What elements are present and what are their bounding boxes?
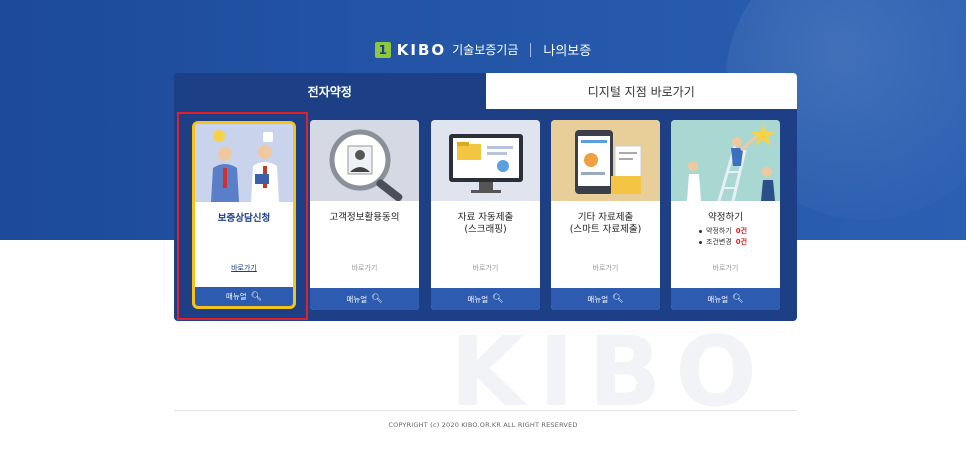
card-consulting[interactable]: 보증상담신청 바로가기 매뉴얼 🔍︎: [192, 121, 296, 309]
kibo-logo-icon: 1: [374, 41, 391, 58]
stat-row: 약정하기 0건: [699, 226, 747, 237]
tab-e-contract[interactable]: 전자약정: [174, 73, 486, 109]
search-icon: 🔍︎: [250, 291, 263, 302]
tab-digital-branch[interactable]: 디지털 지점 바로가기: [485, 73, 797, 109]
contract-stats: 약정하기 0건 조건변경 0건: [699, 226, 747, 248]
shortcut-link[interactable]: 바로가기: [431, 263, 540, 273]
stat-row: 조건변경 0건: [699, 237, 747, 248]
copyright-text: COPYRIGHT (c) 2020 KIBO.OR.KR ALL RIGHT …: [388, 421, 578, 429]
manual-label: 매뉴얼: [707, 294, 729, 304]
manual-button[interactable]: 매뉴얼 🔍︎: [431, 288, 540, 310]
stat-label: 조건변경: [706, 238, 732, 246]
card-customer-consent[interactable]: 고객정보활용동의 바로가기 매뉴얼 🔍︎: [310, 120, 419, 310]
service-title: 나의보증: [543, 44, 592, 59]
monitor-folder-illustration: [431, 120, 540, 201]
shortcut-link[interactable]: 바로가기: [310, 263, 419, 273]
brand-divider: [530, 42, 532, 57]
card-title: 보증상담신청: [217, 213, 271, 224]
manual-label: 매뉴얼: [467, 294, 489, 304]
shortcut-link[interactable]: 바로가기: [551, 263, 660, 273]
brand-header: 1 KIBO 기술보증기금 나의보증: [0, 40, 966, 59]
card-title: 기타 자료제출 (스마트 자료제출): [569, 212, 642, 235]
tab-bar: 전자약정 디지털 지점 바로가기: [174, 73, 797, 109]
search-icon: 🔍︎: [371, 294, 383, 304]
bullet: [699, 229, 702, 233]
manual-button[interactable]: 매뉴얼 🔍︎: [310, 288, 419, 310]
logo-text: KIBO: [396, 40, 447, 59]
card-other-submit[interactable]: 기타 자료제출 (스마트 자료제출) 바로가기 매뉴얼 🔍︎: [551, 120, 660, 310]
stat-value: 0건: [735, 227, 748, 235]
manual-button[interactable]: 매뉴얼 🔍︎: [551, 288, 660, 310]
stat-label: 약정하기: [706, 227, 732, 235]
consulting-illustration: [195, 124, 293, 202]
card-auto-submit[interactable]: 자료 자동제출 (스크래핑) 바로가기 매뉴얼 🔍︎: [431, 120, 540, 310]
search-icon: 🔍︎: [612, 294, 624, 304]
stat-value: 0건: [735, 238, 748, 246]
card-title: 약정하기: [708, 212, 743, 223]
ladder-star-illustration: [671, 120, 780, 201]
kibo-watermark: KIBO: [450, 316, 771, 428]
manual-button[interactable]: 매뉴얼 🔍︎: [195, 287, 293, 306]
shortcut-link[interactable]: 바로가기: [195, 263, 293, 273]
manual-label: 매뉴얼: [587, 294, 609, 304]
service-panel: 전자약정 디지털 지점 바로가기 보증상담신청 바로가기 매뉴얼 🔍︎ 고객정보…: [174, 73, 797, 321]
card-contract[interactable]: 약정하기 약정하기 0건 조건변경 0건 바로가기 매뉴얼 🔍︎: [671, 120, 780, 310]
manual-button[interactable]: 매뉴얼 🔍︎: [671, 288, 780, 310]
footer-divider: [174, 410, 797, 411]
search-icon: 🔍︎: [732, 294, 744, 304]
shortcut-link[interactable]: 바로가기: [671, 263, 780, 273]
card-title: 고객정보활용동의: [329, 212, 400, 223]
logo-subtitle: 기술보증기금: [452, 43, 519, 57]
card-title: 자료 자동제출 (스크래핑): [457, 212, 514, 235]
tablet-documents-illustration: [551, 120, 660, 201]
bullet: [699, 240, 702, 244]
search-icon: 🔍︎: [492, 294, 504, 304]
manual-label: 매뉴얼: [346, 294, 368, 304]
manual-label: 매뉴얼: [225, 292, 247, 301]
magnifier-profile-illustration: [310, 120, 419, 201]
